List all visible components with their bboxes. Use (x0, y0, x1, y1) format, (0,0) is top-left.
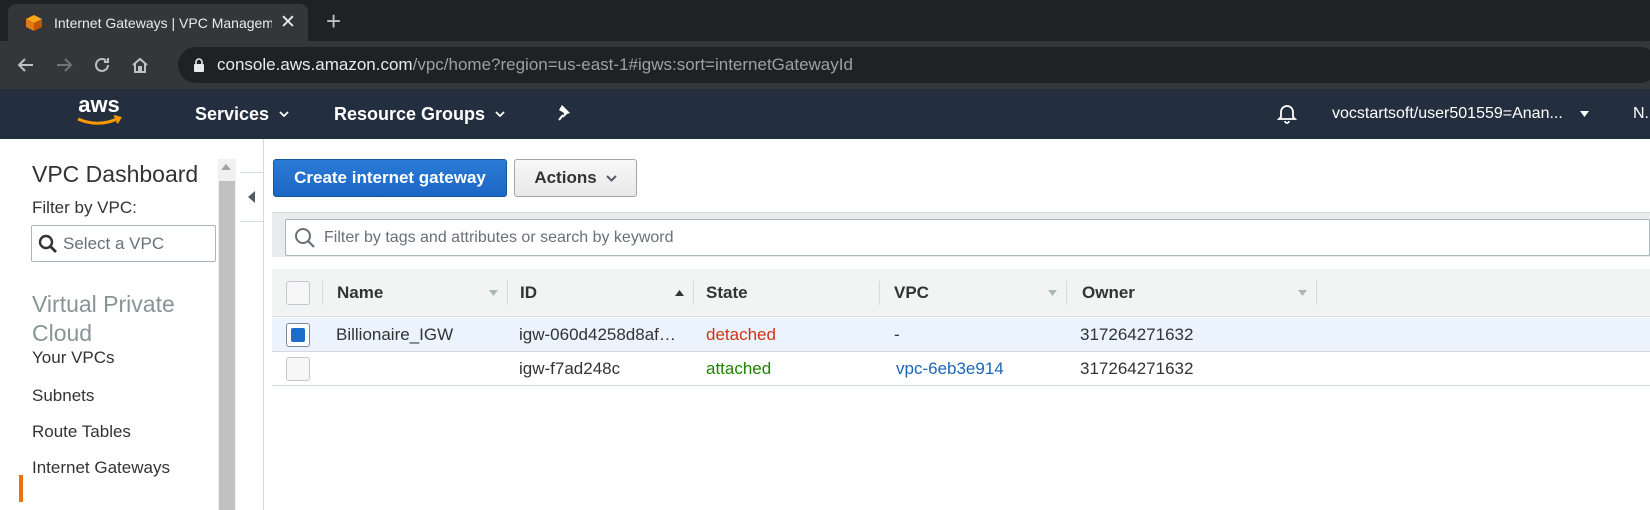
cell-vpc: - (894, 325, 900, 344)
row-checkbox[interactable] (286, 323, 310, 347)
column-separator (1066, 281, 1067, 305)
browser-tab-bar: Internet Gateways | VPC Management Conso… (0, 0, 1650, 41)
main-divider (263, 139, 264, 510)
sort-caret-icon[interactable] (1048, 290, 1057, 296)
browser-tab[interactable]: Internet Gateways | VPC Management Conso… (8, 4, 308, 41)
search-icon (295, 227, 315, 248)
chevron-down-icon (279, 111, 289, 118)
search-icon (38, 234, 57, 253)
row-checkbox[interactable] (286, 357, 310, 381)
cell-id: igw-f7ad248c (519, 359, 621, 378)
aws-cube-favicon-icon (26, 14, 42, 31)
column-header-id[interactable]: ID (520, 269, 537, 317)
sidebar: VPC Dashboard Filter by VPC: Select a VP… (0, 139, 236, 510)
column-separator (693, 281, 694, 305)
user-account-menu[interactable]: vocstartsoft/user501559=Anan... (1332, 105, 1589, 123)
svg-text:aws: aws (78, 95, 120, 117)
cell-vpc-link[interactable]: vpc-6eb3e914 (896, 352, 1004, 386)
browser-toolbar: console.aws.amazon.com/vpc/home?region=u… (0, 41, 1650, 89)
column-separator (322, 281, 323, 305)
cell-id: igw-060d4258d8af… (519, 325, 676, 344)
table-row[interactable]: Billionaire_IGW igw-060d4258d8af… detach… (272, 318, 1650, 352)
sidebar-item-internet-gateways[interactable]: Internet Gateways (32, 458, 170, 478)
aws-console-nav: aws Services Resource Groups vocstartsof… (0, 89, 1650, 139)
caret-down-icon (1579, 111, 1589, 117)
forward-arrow-icon[interactable] (50, 51, 78, 79)
actions-button[interactable]: Actions (514, 159, 637, 197)
pin-icon[interactable] (556, 103, 574, 128)
home-icon[interactable] (126, 51, 154, 79)
region-menu[interactable]: N. (1633, 105, 1649, 123)
address-bar[interactable]: console.aws.amazon.com/vpc/home?region=u… (178, 47, 1650, 83)
vpc-select[interactable]: Select a VPC (31, 225, 216, 262)
cell-state: detached (706, 325, 776, 344)
cell-state: attached (706, 359, 772, 378)
sidebar-title[interactable]: VPC Dashboard (32, 161, 198, 188)
lock-icon (194, 57, 204, 72)
column-separator (1316, 281, 1317, 305)
sort-caret-icon[interactable] (489, 290, 498, 296)
url-text: console.aws.amazon.com/vpc/home?region=u… (217, 55, 853, 74)
column-header-owner[interactable]: Owner (1082, 269, 1135, 317)
new-tab-plus-icon[interactable]: + (326, 6, 341, 37)
sort-caret-icon[interactable] (1298, 290, 1307, 296)
collapse-sidebar-button[interactable] (240, 172, 264, 222)
chevron-down-icon (605, 174, 617, 182)
reload-icon[interactable] (88, 51, 116, 79)
search-input[interactable]: Filter by tags and attributes or search … (285, 219, 1650, 256)
bell-icon[interactable] (1276, 102, 1298, 129)
filter-by-vpc-label: Filter by VPC: (32, 198, 137, 217)
column-separator (507, 281, 508, 305)
cell-owner: 317264271632 (1080, 359, 1194, 378)
active-indicator (19, 475, 23, 502)
column-header-name[interactable]: Name (337, 269, 383, 317)
sidebar-item-your-vpcs[interactable]: Your VPCs (32, 348, 115, 368)
create-internet-gateway-button[interactable]: Create internet gateway (273, 159, 507, 197)
cell-name: Billionaire_IGW (336, 325, 454, 344)
column-header-state[interactable]: State (706, 269, 748, 317)
chevron-down-icon (495, 111, 505, 118)
back-arrow-icon[interactable] (12, 51, 40, 79)
column-separator (879, 281, 880, 305)
close-tab-icon[interactable]: ✕ (278, 11, 298, 34)
sidebar-item-subnets[interactable]: Subnets (32, 386, 94, 406)
tab-title: Internet Gateways | VPC Management Conso… (54, 14, 272, 31)
sidebar-scrollbar-thumb[interactable] (219, 181, 235, 510)
sidebar-item-route-tables[interactable]: Route Tables (32, 422, 131, 442)
resource-groups-menu[interactable]: Resource Groups (334, 104, 505, 125)
sidebar-section-vpc: Virtual Private Cloud (32, 291, 175, 346)
sort-ascending-icon[interactable] (675, 290, 684, 296)
table-header: Name ID State VPC Owner (272, 269, 1650, 317)
services-menu[interactable]: Services (195, 104, 289, 125)
aws-logo[interactable]: aws (73, 92, 125, 134)
select-all-checkbox[interactable] (286, 281, 310, 305)
caret-left-icon (247, 191, 255, 203)
scroll-up-arrow-icon[interactable] (221, 164, 231, 170)
table-row[interactable]: igw-f7ad248c attached vpc-6eb3e914 31726… (272, 352, 1650, 386)
cell-owner: 317264271632 (1080, 325, 1194, 344)
column-header-vpc[interactable]: VPC (894, 269, 929, 317)
